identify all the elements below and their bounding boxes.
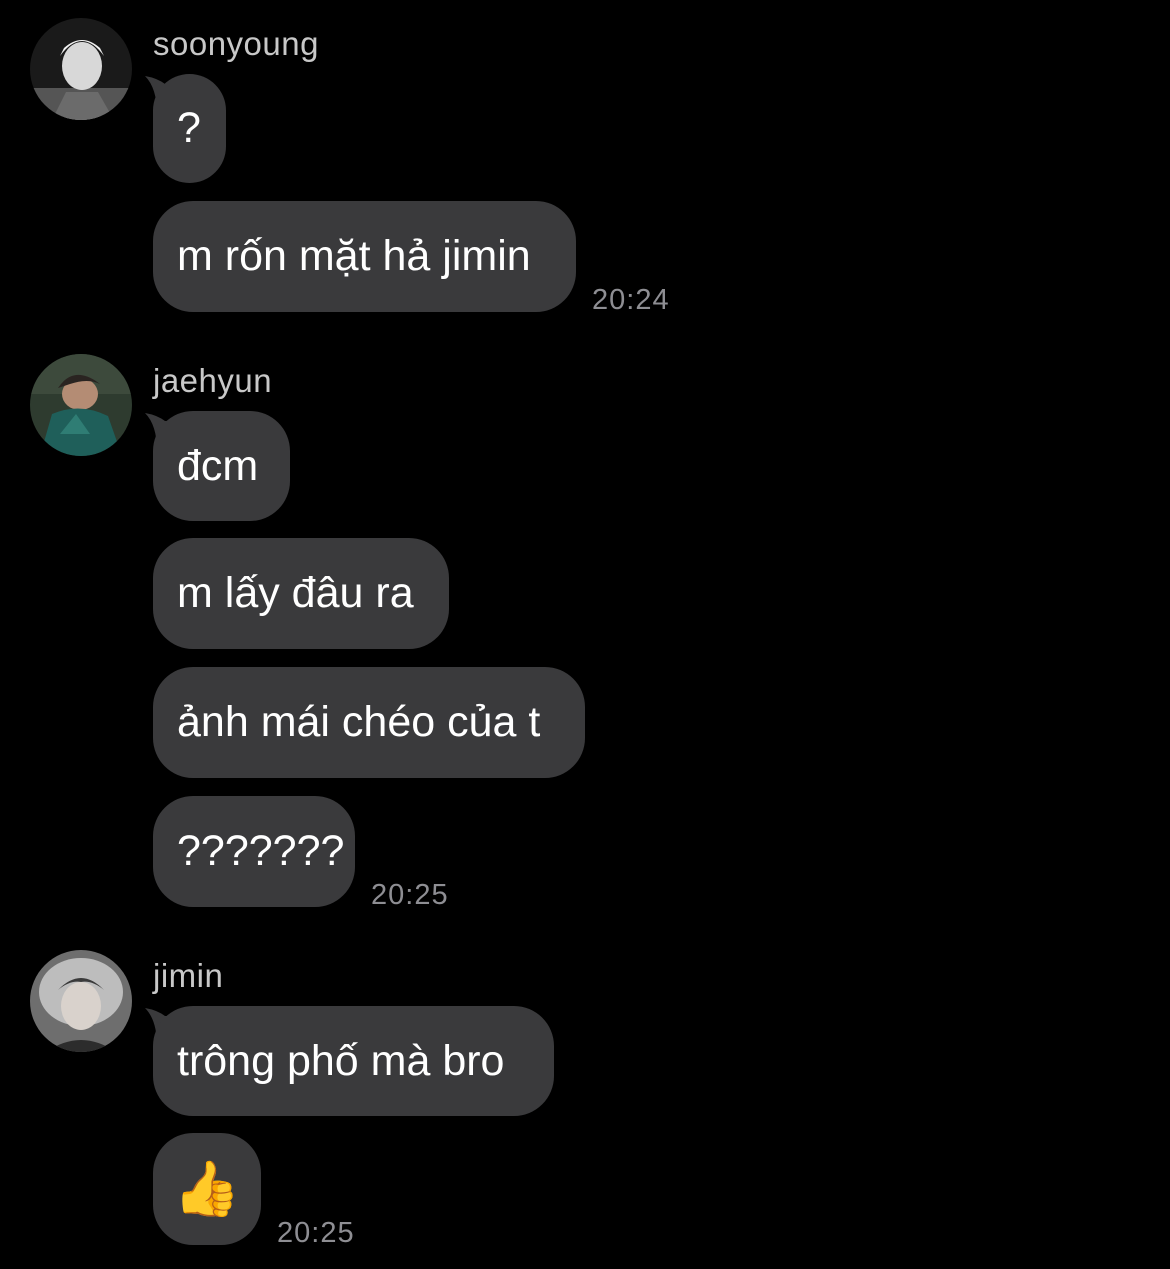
message-bubble[interactable]: m lấy đâu ra <box>153 538 449 649</box>
sender-name: jimin <box>153 957 224 994</box>
soonyoung-avatar-image <box>30 18 132 120</box>
message-bubble[interactable]: ? <box>153 74 226 183</box>
avatar-soonyoung[interactable] <box>30 18 132 120</box>
timestamp: 20:25 <box>371 879 449 911</box>
jaehyun-avatar-image <box>30 354 132 456</box>
message-bubble[interactable]: 👍 <box>153 1133 261 1245</box>
avatar-jimin[interactable] <box>30 950 132 1052</box>
timestamp: 20:25 <box>277 1217 355 1249</box>
jimin-avatar-image <box>30 950 132 1052</box>
message-bubble[interactable]: ??????? <box>153 796 355 907</box>
message-bubble[interactable]: trông phố mà bro <box>153 1006 554 1116</box>
avatar-jaehyun[interactable] <box>30 354 132 456</box>
thumbs-up-icon: 👍 <box>173 1159 241 1219</box>
sender-name: soonyoung <box>153 25 319 62</box>
sender-name: jaehyun <box>153 362 273 399</box>
message-bubble[interactable]: đcm <box>153 411 290 521</box>
timestamp: 20:24 <box>592 284 670 316</box>
message-bubble[interactable]: ảnh mái chéo của t <box>153 667 585 778</box>
message-bubble[interactable]: m rốn mặt hả jimin <box>153 201 576 312</box>
